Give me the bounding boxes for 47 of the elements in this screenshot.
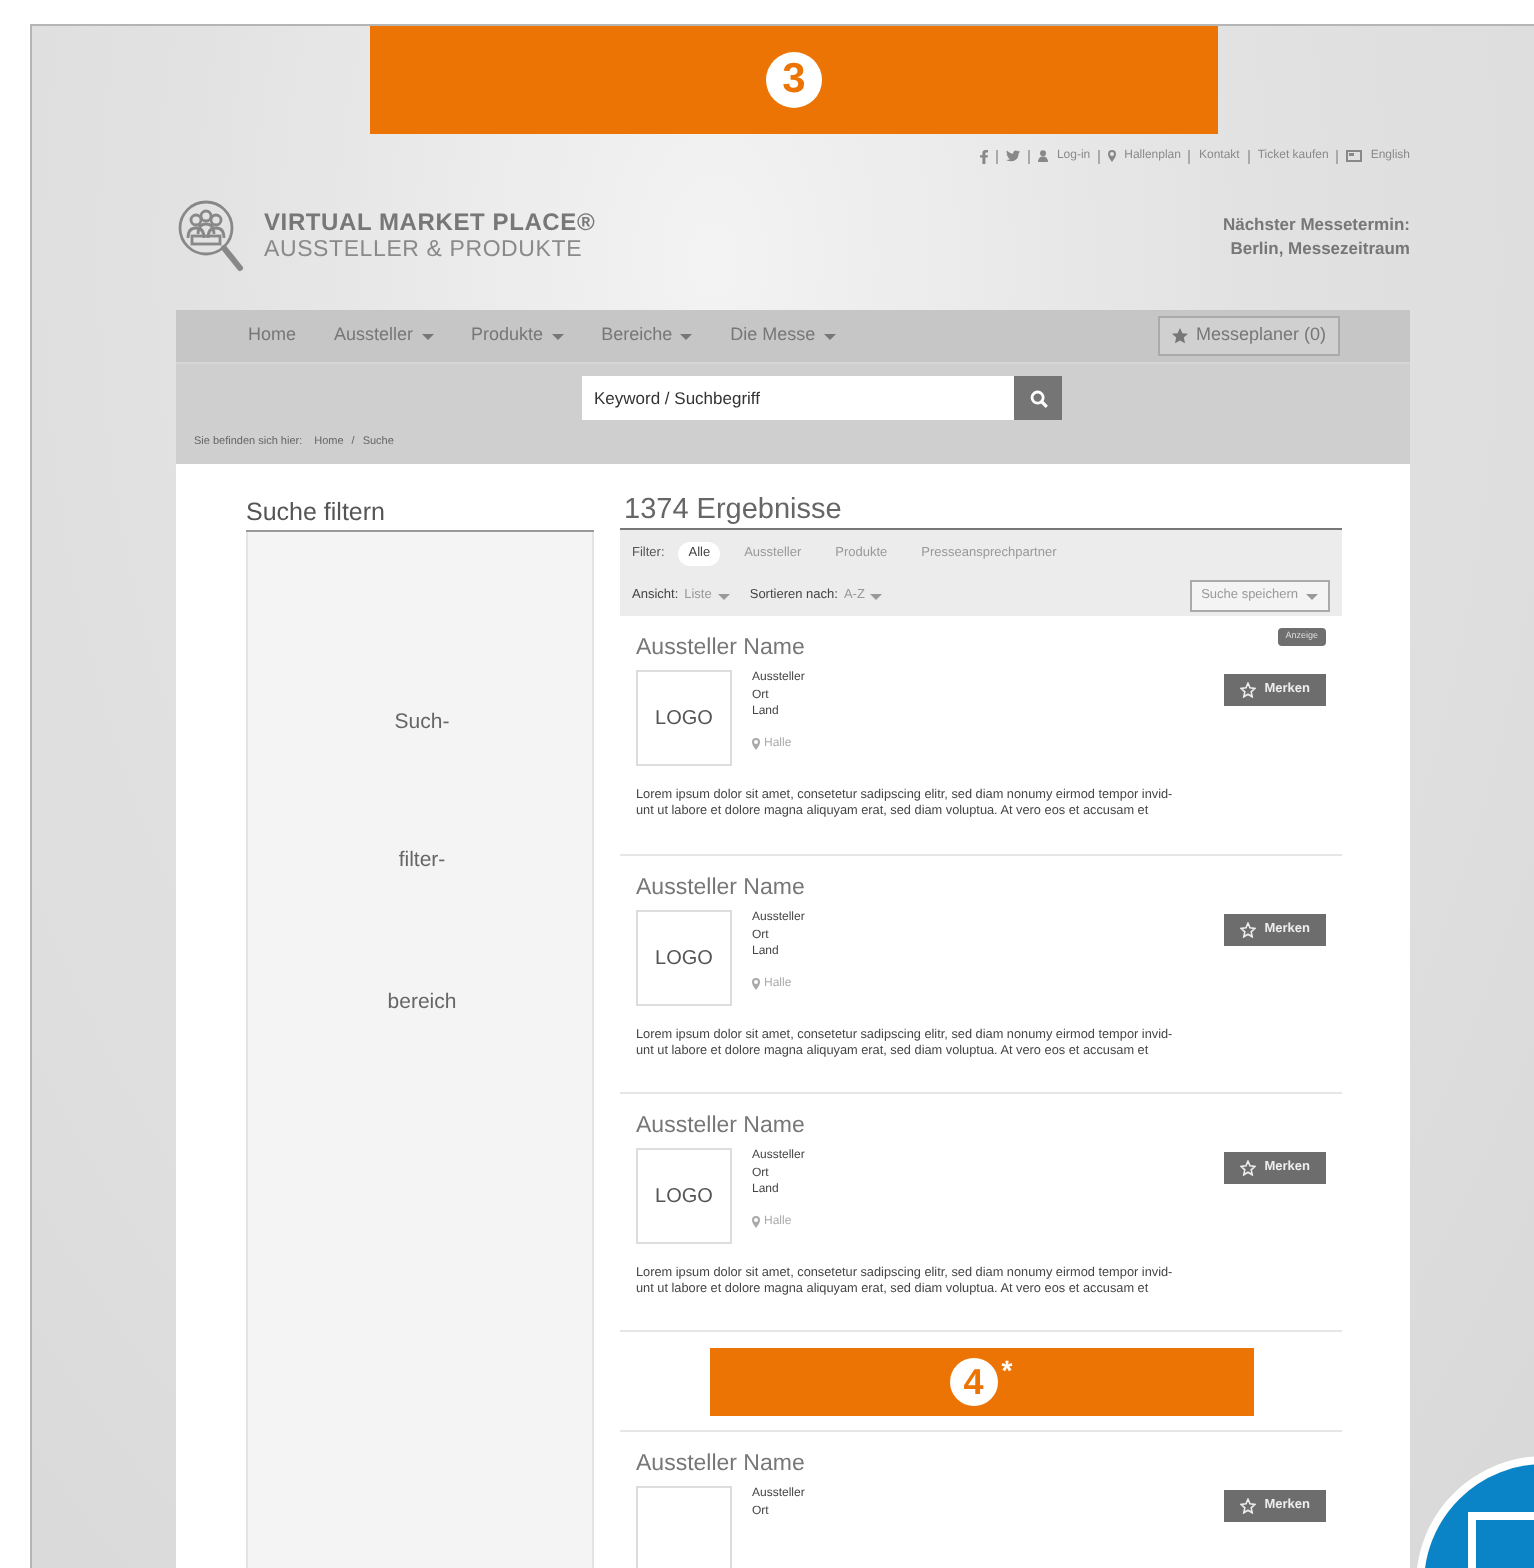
map-pin-icon — [752, 1216, 760, 1229]
next-date-value: Berlin, Messezeitraum — [1228, 237, 1410, 260]
exhibitor-name[interactable]: Aussteller Name — [636, 1448, 805, 1486]
caret-icon — [551, 333, 564, 339]
next-date-label: Nächster Messetermin: — [1222, 214, 1410, 237]
logo-icon — [176, 197, 248, 277]
star-icon — [1240, 682, 1257, 698]
nav-item[interactable]: Produkte — [471, 322, 564, 350]
map-pin-icon — [752, 738, 760, 751]
nav-item[interactable]: Aussteller — [334, 322, 434, 350]
step-number: 4 — [949, 1357, 998, 1405]
caret-icon — [421, 333, 434, 339]
logo-text: LOGO — [655, 945, 713, 973]
logo-title: VIRTUAL MARKET PLACE® — [264, 209, 596, 238]
logo-text: LOGO — [655, 1183, 713, 1211]
star-icon — [1240, 1498, 1257, 1514]
logo-subtitle: AUSSTELLER & PRODUKTE — [264, 237, 585, 264]
user-icon — [1038, 150, 1049, 162]
search-field[interactable]: Keyword / Suchbegriff — [582, 376, 1014, 420]
caret-icon — [823, 333, 836, 339]
planner-button[interactable]: Messeplaner (0) — [1157, 316, 1340, 356]
filter-panel-text: bereich — [385, 988, 459, 1018]
search-icon — [1029, 389, 1047, 407]
nav-item[interactable]: Die Messe — [730, 322, 836, 350]
logo-text: LOGO — [655, 705, 713, 733]
logo-frame — [636, 1486, 732, 1568]
footnote-mark: * — [1001, 1351, 1013, 1389]
caret-icon — [680, 333, 693, 339]
star-icon — [1240, 922, 1257, 938]
filter-panel-text: Such- — [392, 708, 452, 738]
caret-icon — [870, 593, 883, 599]
caret-icon — [1306, 593, 1318, 599]
map-pin-icon — [1108, 150, 1117, 162]
search-button[interactable] — [1014, 376, 1062, 420]
exhibitor-name[interactable]: Aussteller Name — [636, 872, 805, 910]
twitter-icon[interactable] — [1006, 150, 1021, 162]
nav-item[interactable]: Bereiche — [601, 322, 693, 350]
step-number: 3 — [766, 52, 822, 108]
exhibitor-name[interactable]: Aussteller Name — [636, 1110, 805, 1148]
star-icon — [1171, 328, 1188, 344]
caret-icon — [717, 593, 730, 599]
exhibitor-name[interactable]: Aussteller Name — [636, 632, 805, 670]
nav-item[interactable]: Home — [248, 322, 297, 350]
map-pin-icon — [752, 978, 760, 991]
filter-panel-text: filter- — [396, 846, 448, 876]
facebook-icon[interactable] — [980, 149, 989, 163]
star-icon — [1240, 1160, 1257, 1176]
